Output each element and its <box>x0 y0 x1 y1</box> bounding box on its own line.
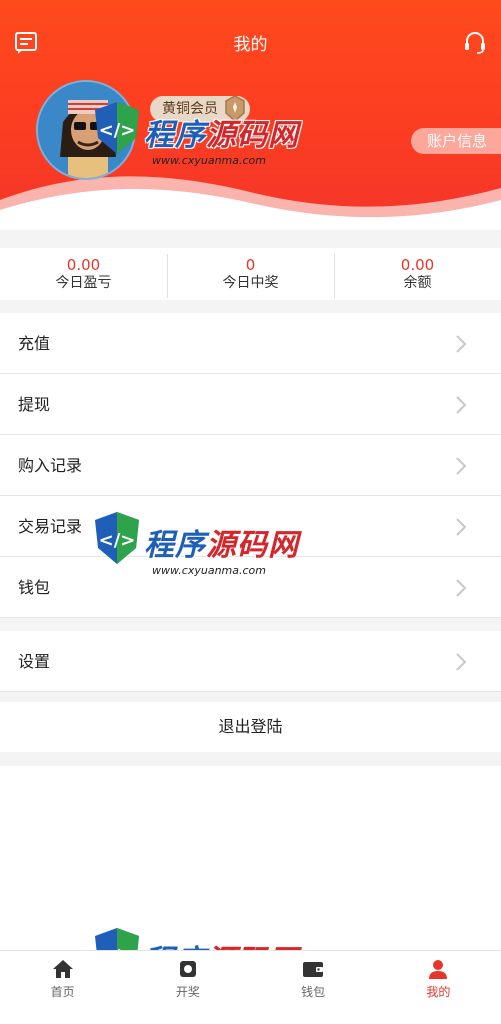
chevron-right-icon <box>456 335 467 353</box>
menu-item-label: 提现 <box>18 395 51 414</box>
tab-mine[interactable]: 我的 <box>376 951 501 1024</box>
menu-group-main: 充值 提现 购入记录 交易记录 钱包 <box>0 313 501 618</box>
chevron-right-icon <box>456 396 467 414</box>
user-icon <box>429 960 448 979</box>
member-level-label: 黄铜会员 <box>162 101 218 117</box>
menu-item-label: 购入记录 <box>18 456 83 475</box>
stat-label: 今日盈亏 <box>55 275 112 291</box>
menu-item-settings[interactable]: 设置 <box>0 631 501 692</box>
wallet-icon <box>303 962 324 977</box>
stat-balance: 0.00 余额 <box>334 248 501 300</box>
logout-button[interactable]: 退出登陆 <box>0 702 501 752</box>
page-title: 我的 <box>233 35 268 55</box>
stat-label: 余额 <box>403 275 432 291</box>
lottery-icon <box>179 961 196 977</box>
menu-item-recharge[interactable]: 充值 <box>0 313 501 374</box>
tab-label: 我的 <box>426 985 451 999</box>
menu-item-label: 交易记录 <box>18 517 83 536</box>
tab-label: 首页 <box>50 985 75 999</box>
chevron-right-icon <box>456 653 467 671</box>
menu-item-purchase-records[interactable]: 购入记录 <box>0 435 501 496</box>
menu-item-label: 设置 <box>18 652 51 671</box>
stat-value: 0.00 <box>400 256 435 274</box>
profile-header: 我的 黄铜会员 账户信息 <box>0 0 501 230</box>
menu-item-withdraw[interactable]: 提现 <box>0 374 501 435</box>
home-icon <box>52 960 73 978</box>
empty-area <box>0 766 501 950</box>
stat-value: 0.00 <box>66 256 101 274</box>
tab-label: 开奖 <box>175 985 200 999</box>
tab-label: 钱包 <box>301 985 326 999</box>
avatar-image <box>38 82 134 178</box>
chevron-right-icon <box>456 518 467 536</box>
tab-home[interactable]: 首页 <box>0 951 125 1024</box>
menu-item-wallet[interactable]: 钱包 <box>0 557 501 618</box>
stats-bar: 0.00 今日盈亏 0 今日中奖 0.00 余额 <box>0 248 501 300</box>
member-level-badge: 黄铜会员 <box>150 95 250 123</box>
chevron-right-icon <box>456 579 467 597</box>
avatar[interactable] <box>36 80 136 180</box>
stat-label: 今日中奖 <box>222 275 279 291</box>
tab-lottery[interactable]: 开奖 <box>125 951 250 1024</box>
stat-today-win: 0 今日中奖 <box>167 248 334 300</box>
account-info-button[interactable]: 账户信息 <box>410 128 501 154</box>
chevron-right-icon <box>456 457 467 475</box>
top-bar: 我的 <box>0 22 501 62</box>
menu-item-label: 钱包 <box>18 578 51 597</box>
tab-wallet[interactable]: 钱包 <box>251 951 376 1024</box>
stat-today-profit: 0.00 今日盈亏 <box>0 248 167 300</box>
menu-item-trade-records[interactable]: 交易记录 <box>0 496 501 557</box>
bottom-tab-bar: 首页 开奖 钱包 我的 <box>0 950 501 1024</box>
stat-value: 0 <box>245 256 256 274</box>
headset-icon[interactable] <box>461 28 489 56</box>
menu-item-label: 充值 <box>18 334 51 353</box>
menu-group-settings: 设置 <box>0 631 501 692</box>
medal-icon <box>225 95 245 123</box>
